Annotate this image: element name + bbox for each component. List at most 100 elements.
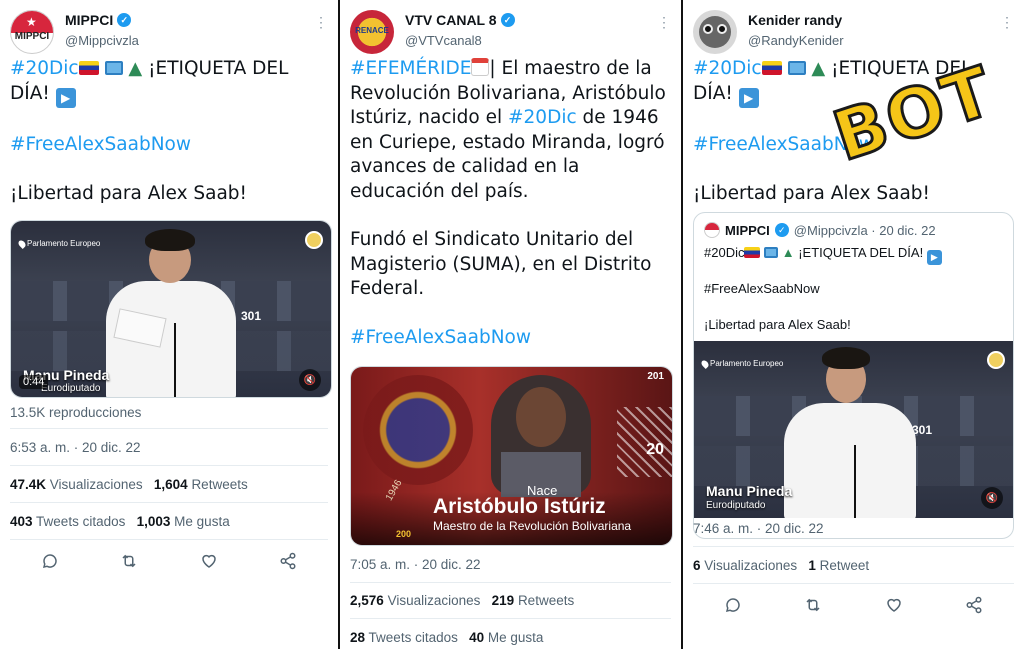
stats-row: 2,576 Visualizaciones 219 Retweets [350,593,574,608]
reply-icon[interactable] [720,592,746,618]
display-name-text: VTV CANAL 8 [405,12,497,28]
play-button-icon: ▶ [55,87,76,108]
christmas-tree-icon: ▲ [128,58,143,79]
quoted-text-part: ¡ETIQUETA DEL DÍA! [798,245,924,260]
play-button-icon: ▶ [926,250,942,265]
play-button-icon: ▶ [738,87,759,108]
avatar[interactable]: ★ MIPPCI [10,10,54,54]
user-handle[interactable]: @VTVcanal8 [405,33,515,48]
visualizations-count: 2,576 [350,593,384,608]
quotes-label[interactable]: Tweets citados [36,514,125,529]
image-person-name: Aristóbulo Istúriz [433,495,606,518]
quoted-tweet[interactable]: MIPPCI ✓ @Mippcivzla · 20 dic. 22 #20Dic… [693,212,1014,539]
retweets-label[interactable]: Retweets [518,593,574,608]
stats-row: 28 Tweets citados 40 Me gusta [350,630,543,645]
display-name-text: Kenider randy [748,12,843,28]
coat-of-arms-icon [363,375,473,485]
likes-label[interactable]: Me gusta [174,514,230,529]
tweet-header: ★ MIPPCI MIPPCI ✓ @Mippcivzla ⋮ [10,10,328,54]
badge-day: 20 [646,441,664,458]
retweets-label[interactable]: Retweet [820,558,870,573]
map-icon [787,61,806,75]
image-subtitle: Maestro de la Revolución Bolivariana [433,519,632,533]
user-names: VTV CANAL 8 ✓ @VTVcanal8 [405,12,515,48]
user-handle[interactable]: @Mippcivzla [65,33,139,48]
map-icon [764,247,779,258]
hashtag-link[interactable]: #20Dic [693,58,762,79]
channel-logo-icon [987,351,1005,369]
location-pin-icon [700,358,710,369]
mute-icon[interactable]: 🔇 [299,369,321,391]
tweet-text: #20Dic ▲ ¡ETIQUETA DEL DÍA! ▶ #FreeAlexS… [693,57,1010,207]
more-options-icon[interactable]: ⋮ [657,14,671,31]
video-player[interactable]: 301 Parlamento Europeo Manu Pineda Eurod… [694,341,1013,518]
badge-bottom: 200 [396,529,412,539]
video-player[interactable]: 301 Parlamento Europeo Manu Pineda Eurod… [10,220,332,398]
quoted-text: #20Dic ▲ ¡ETIQUETA DEL DÍA! ▶ [704,244,1003,265]
share-icon[interactable] [961,592,987,618]
quotes-count[interactable]: 28 [350,630,365,645]
retweets-count[interactable]: 1,604 [154,477,188,492]
more-options-icon[interactable]: ⋮ [314,14,328,31]
tweet-timestamp[interactable]: 7:46 a. m. · 20 dic. 22 [693,521,824,536]
retweet-icon[interactable] [800,592,826,618]
stats-row: 6 Visualizaciones 1 Retweet [693,558,869,573]
tweet-image[interactable]: 201 20 1946 Nace Aristóbulo Istúriz Maes… [350,366,673,546]
display-name[interactable]: Kenider randy [748,12,844,28]
hashtag-link[interactable]: #20Dic [10,58,79,79]
visualizations-count: 6 [693,558,701,573]
display-name[interactable]: MIPPCI ✓ [65,12,139,28]
hashtag-link[interactable]: #FreeAlexSaabNow [10,134,191,155]
mute-icon[interactable]: 🔇 [981,487,1003,509]
hashtag-link[interactable]: #FreeAlexSaabNow [693,134,874,155]
quotes-label[interactable]: Tweets citados [369,630,458,645]
quoted-hashtag: #FreeAlexSaabNow [704,281,820,296]
badge-top: 201 [647,371,664,382]
avatar[interactable]: RENACE [350,10,394,54]
display-name[interactable]: VTV CANAL 8 ✓ [405,12,515,28]
channel-logo-icon [305,231,323,249]
view-count: 13.5K reproducciones [10,405,142,420]
visualizations-count: 47.4K [10,477,47,492]
avatar-label: MIPPCI [14,31,50,42]
speaker-title: Eurodiputado [706,500,766,511]
hashtag-link[interactable]: #EFEMÉRIDE [350,58,471,79]
hashtag-link[interactable]: #FreeAlexSaabNow [350,327,531,348]
venezuela-flag-icon [761,61,782,75]
retweets-count[interactable]: 1 [808,558,816,573]
quoted-text-part: ¡Libertad para Alex Saab! [704,317,851,332]
reply-icon[interactable] [37,548,63,574]
speaker-title: Eurodiputado [41,383,101,394]
more-options-icon[interactable]: ⋮ [1000,14,1014,31]
hashtag-link[interactable]: #20Dic [508,107,577,128]
quotes-count[interactable]: 403 [10,514,33,529]
like-icon[interactable] [196,548,222,574]
visualizations-label: Visualizaciones [387,593,481,608]
retweet-icon[interactable] [116,548,142,574]
likes-count[interactable]: 40 [469,630,484,645]
quoted-name: MIPPCI [725,222,770,238]
like-icon[interactable] [881,592,907,618]
user-names: MIPPCI ✓ @Mippcivzla [65,12,139,48]
map-icon [104,61,123,75]
speaker-name: Manu Pineda [706,483,793,499]
tweet-timestamp[interactable]: 7:05 a. m. · 20 dic. 22 [350,557,481,572]
avatar[interactable] [693,10,737,54]
retweets-label[interactable]: Retweets [191,477,247,492]
location-pin-icon [17,238,27,249]
likes-count[interactable]: 1,003 [137,514,171,529]
tweet-header: RENACE VTV CANAL 8 ✓ @VTVcanal8 ⋮ [350,10,671,54]
tweet-text: #EFEMÉRIDE | El maestro de la Revolución … [350,57,667,350]
retweets-count[interactable]: 219 [492,593,515,608]
stats-row: 403 Tweets citados 1,003 Me gusta [10,514,230,529]
user-handle[interactable]: @RandyKenider [748,33,844,48]
verified-icon: ✓ [117,13,132,27]
star-icon: ★ [26,15,37,29]
location-label: Parlamento Europeo [710,359,784,368]
visualizations-label: Visualizaciones [704,558,798,573]
avatar [704,222,720,238]
share-icon[interactable] [275,548,301,574]
tweet-text: #20Dic ▲ ¡ETIQUETA DEL DÍA! ▶ #FreeAlexS… [10,57,324,207]
likes-label[interactable]: Me gusta [488,630,544,645]
tweet-timestamp[interactable]: 6:53 a. m. · 20 dic. 22 [10,440,141,455]
